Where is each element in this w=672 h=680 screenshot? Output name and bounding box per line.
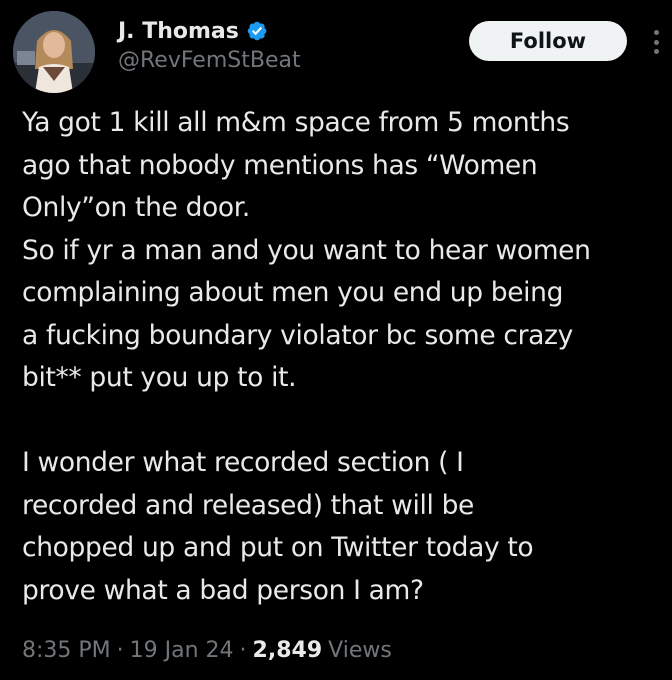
- tweet-header: J. Thomas @RevFemStBeat Follow: [0, 0, 672, 93]
- avatar[interactable]: [13, 11, 95, 93]
- tweet-text-line: prove what a bad person I am?: [22, 574, 424, 606]
- tweet-text-line: a fucking boundary violator bc some craz…: [22, 319, 573, 351]
- author-name-row: J. Thomas: [118, 15, 268, 47]
- verified-badge-icon: [247, 21, 267, 41]
- tweet-text-line: So if yr a man and you want to hear wome…: [22, 234, 591, 266]
- views-label[interactable]: Views: [328, 638, 392, 663]
- tweet-text-line: recorded and released) that will be: [22, 489, 474, 521]
- more-vertical-icon[interactable]: [646, 26, 666, 58]
- tweet-text-line: ago that nobody mentions has “Women: [22, 149, 538, 181]
- tweet-date[interactable]: 19 Jan 24: [130, 638, 234, 663]
- author-handle[interactable]: @RevFemStBeat: [118, 48, 301, 73]
- tweet-text-line: complaining about men you end up being: [22, 277, 564, 308]
- avatar-image: [13, 11, 95, 93]
- tweet-meta: 8:35 PM · 19 Jan 24 · 2,849 Views: [22, 638, 392, 663]
- tweet-time[interactable]: 8:35 PM: [22, 638, 111, 663]
- meta-separator: ·: [116, 638, 124, 663]
- tweet-text: Ya got 1 kill all m&m space from 5 month…: [22, 102, 672, 612]
- tweet-text-line: bit** put you up to it.: [22, 362, 297, 393]
- meta-separator: ·: [239, 638, 247, 663]
- display-name[interactable]: J. Thomas: [118, 19, 239, 44]
- tweet-text-line: Only”on the door.: [22, 192, 250, 223]
- tweet-text-line: chopped up and put on Twitter today to: [22, 532, 534, 563]
- tweet-text-line: I wonder what recorded section ( I: [22, 447, 464, 478]
- tweet-text-line: Ya got 1 kill all m&m space from 5 month…: [22, 107, 570, 138]
- views-count[interactable]: 2,849: [253, 638, 323, 663]
- follow-button[interactable]: Follow: [469, 21, 627, 61]
